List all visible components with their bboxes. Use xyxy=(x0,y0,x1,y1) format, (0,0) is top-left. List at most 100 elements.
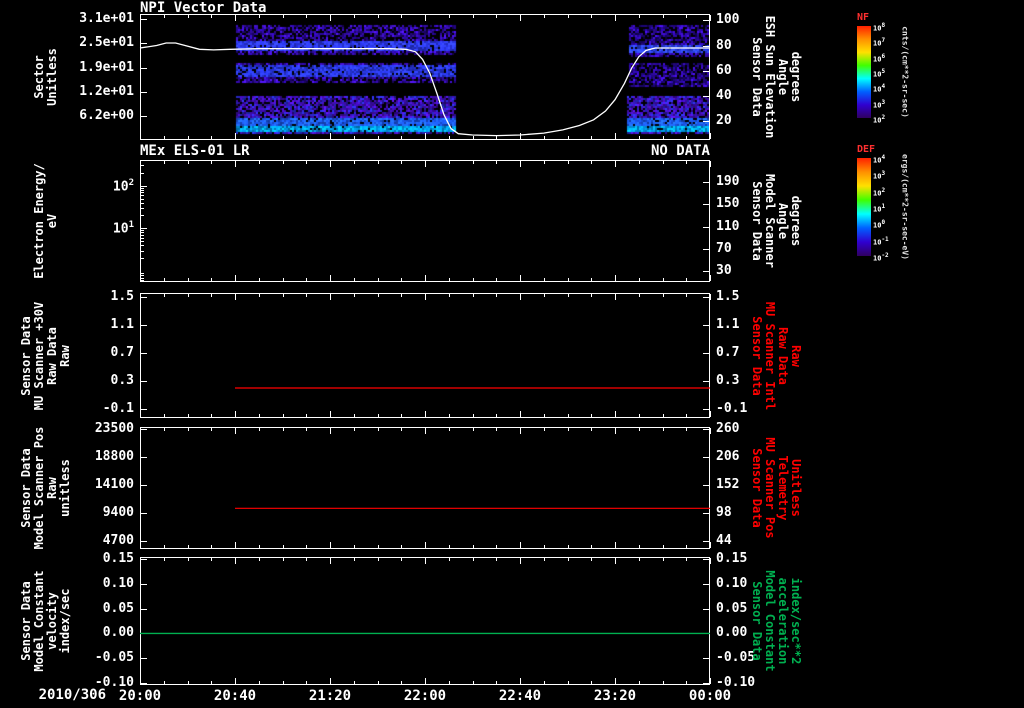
y-tick xyxy=(703,204,709,205)
y-tick-label: 0.05 xyxy=(102,601,134,616)
y-tick-label: 1.2e+01 xyxy=(79,84,134,99)
y-tick-label: 0.00 xyxy=(102,625,134,640)
x-tick xyxy=(591,161,592,164)
colorbar-unit-NF: cnts/(cm**2-sr-sec) xyxy=(900,26,910,118)
x-tick xyxy=(449,161,450,164)
x-tick xyxy=(639,161,640,164)
y-minor-tick xyxy=(141,245,144,246)
x-tick xyxy=(401,161,402,164)
y-tick xyxy=(703,249,709,250)
y-tick-label: 1.9e+01 xyxy=(79,60,134,75)
x-tick xyxy=(710,558,711,564)
y-minor-tick xyxy=(141,241,144,242)
x-tick xyxy=(568,278,569,281)
x-tick xyxy=(710,542,711,548)
x-tick xyxy=(544,278,545,281)
x-tick xyxy=(235,275,236,281)
series-layer-model-scanner-pos xyxy=(235,507,710,509)
x-tick xyxy=(330,161,331,167)
y-minor-tick xyxy=(141,165,144,166)
y-minor-tick xyxy=(141,203,144,204)
x-tick xyxy=(188,278,189,281)
x-tick xyxy=(188,161,189,164)
y-minor-tick xyxy=(141,238,144,239)
exponent: 1 xyxy=(128,220,134,230)
exponent: 3 xyxy=(881,98,886,106)
series-layer-npi-sector xyxy=(139,42,710,137)
x-tick xyxy=(710,15,711,21)
x-tick xyxy=(591,278,592,281)
y-tick-label: 0.7 xyxy=(110,345,134,360)
y-tick-label: 2.5e+01 xyxy=(79,35,134,50)
y-minor-tick xyxy=(141,188,144,189)
exponent: -1 xyxy=(881,235,889,243)
y-tick-label: 4700 xyxy=(102,533,134,548)
exponent: 1 xyxy=(881,203,886,210)
y-tick-label: 260 xyxy=(716,421,740,436)
x-tick xyxy=(473,161,474,164)
y-tick-label: 0.15 xyxy=(102,551,134,566)
x-tick xyxy=(283,161,284,164)
colorbar-tick-label: 103 xyxy=(873,170,886,181)
x-tick xyxy=(164,161,165,164)
y-tick-label: 18800 xyxy=(94,449,134,464)
y-minor-tick xyxy=(141,251,144,252)
y-tick-label: 1.5 xyxy=(110,289,134,304)
x-tick xyxy=(140,161,141,167)
colorbar-tick-label: 102 xyxy=(873,114,886,125)
y-tick-label: 0.10 xyxy=(102,576,134,591)
exponent: 6 xyxy=(881,52,886,60)
x-axis-label: 22:00 xyxy=(403,688,447,704)
y-minor-tick xyxy=(141,195,144,196)
y-tick-label: 0.3 xyxy=(110,373,134,388)
colorbar-tick-label: 102 xyxy=(873,186,886,197)
x-tick xyxy=(425,161,426,167)
y-minor-tick xyxy=(141,280,144,281)
x-tick xyxy=(615,275,616,281)
x-tick xyxy=(211,161,212,164)
y-minor-tick xyxy=(141,192,144,193)
colorbar-title-NF: NF xyxy=(857,12,870,23)
x-axis-label: 21:20 xyxy=(308,688,352,704)
x-tick xyxy=(710,275,711,281)
exponent: 2 xyxy=(881,114,886,121)
y-minor-tick xyxy=(141,190,144,191)
left-axis-label-mu-scanner-30v: Sensor Data MU Scanner +30V Raw Data Raw xyxy=(19,301,72,410)
exponent: 8 xyxy=(881,22,886,29)
colorbar-tick-label: 106 xyxy=(873,52,886,63)
y-tick xyxy=(703,271,709,272)
colorbar-NF xyxy=(857,26,871,118)
exponent: 2 xyxy=(881,186,886,194)
x-tick xyxy=(520,275,521,281)
x-tick xyxy=(686,278,687,281)
series-esh-sun-elevation xyxy=(139,42,710,137)
x-axis-label: 22:40 xyxy=(498,688,542,704)
series-layer-mu-scanner-30v xyxy=(235,387,710,389)
x-tick xyxy=(663,278,664,281)
y-minor-tick xyxy=(141,230,144,231)
panel2-title: MEx ELS-01 LR xyxy=(140,143,250,159)
x-tick xyxy=(520,161,521,167)
x-tick xyxy=(425,275,426,281)
x-tick xyxy=(354,161,355,164)
y-tick-label: 0.15 xyxy=(716,551,748,566)
y-tick-label: 1.1 xyxy=(110,317,134,332)
y-minor-tick xyxy=(141,273,144,274)
colorbar-tick-label: 10-1 xyxy=(873,235,889,246)
exponent: 2 xyxy=(128,178,134,188)
exponent: 4 xyxy=(881,154,886,161)
x-tick xyxy=(615,161,616,167)
y-minor-tick xyxy=(141,232,144,233)
y-tick xyxy=(703,182,709,183)
y-minor-tick xyxy=(141,215,144,216)
x-tick xyxy=(378,278,379,281)
left-axis-label-els-energy: Electron Energy/ eV xyxy=(32,163,59,279)
x-tick xyxy=(496,278,497,281)
colorbar-tick-label: 104 xyxy=(873,83,886,94)
colorbar-tick-label: 10-2 xyxy=(873,252,889,263)
x-tick xyxy=(473,278,474,281)
x-tick xyxy=(710,161,711,167)
x-axis-label: 00:00 xyxy=(688,688,732,704)
y-minor-tick xyxy=(141,235,144,236)
colorbar-tick-label: 100 xyxy=(873,219,886,230)
